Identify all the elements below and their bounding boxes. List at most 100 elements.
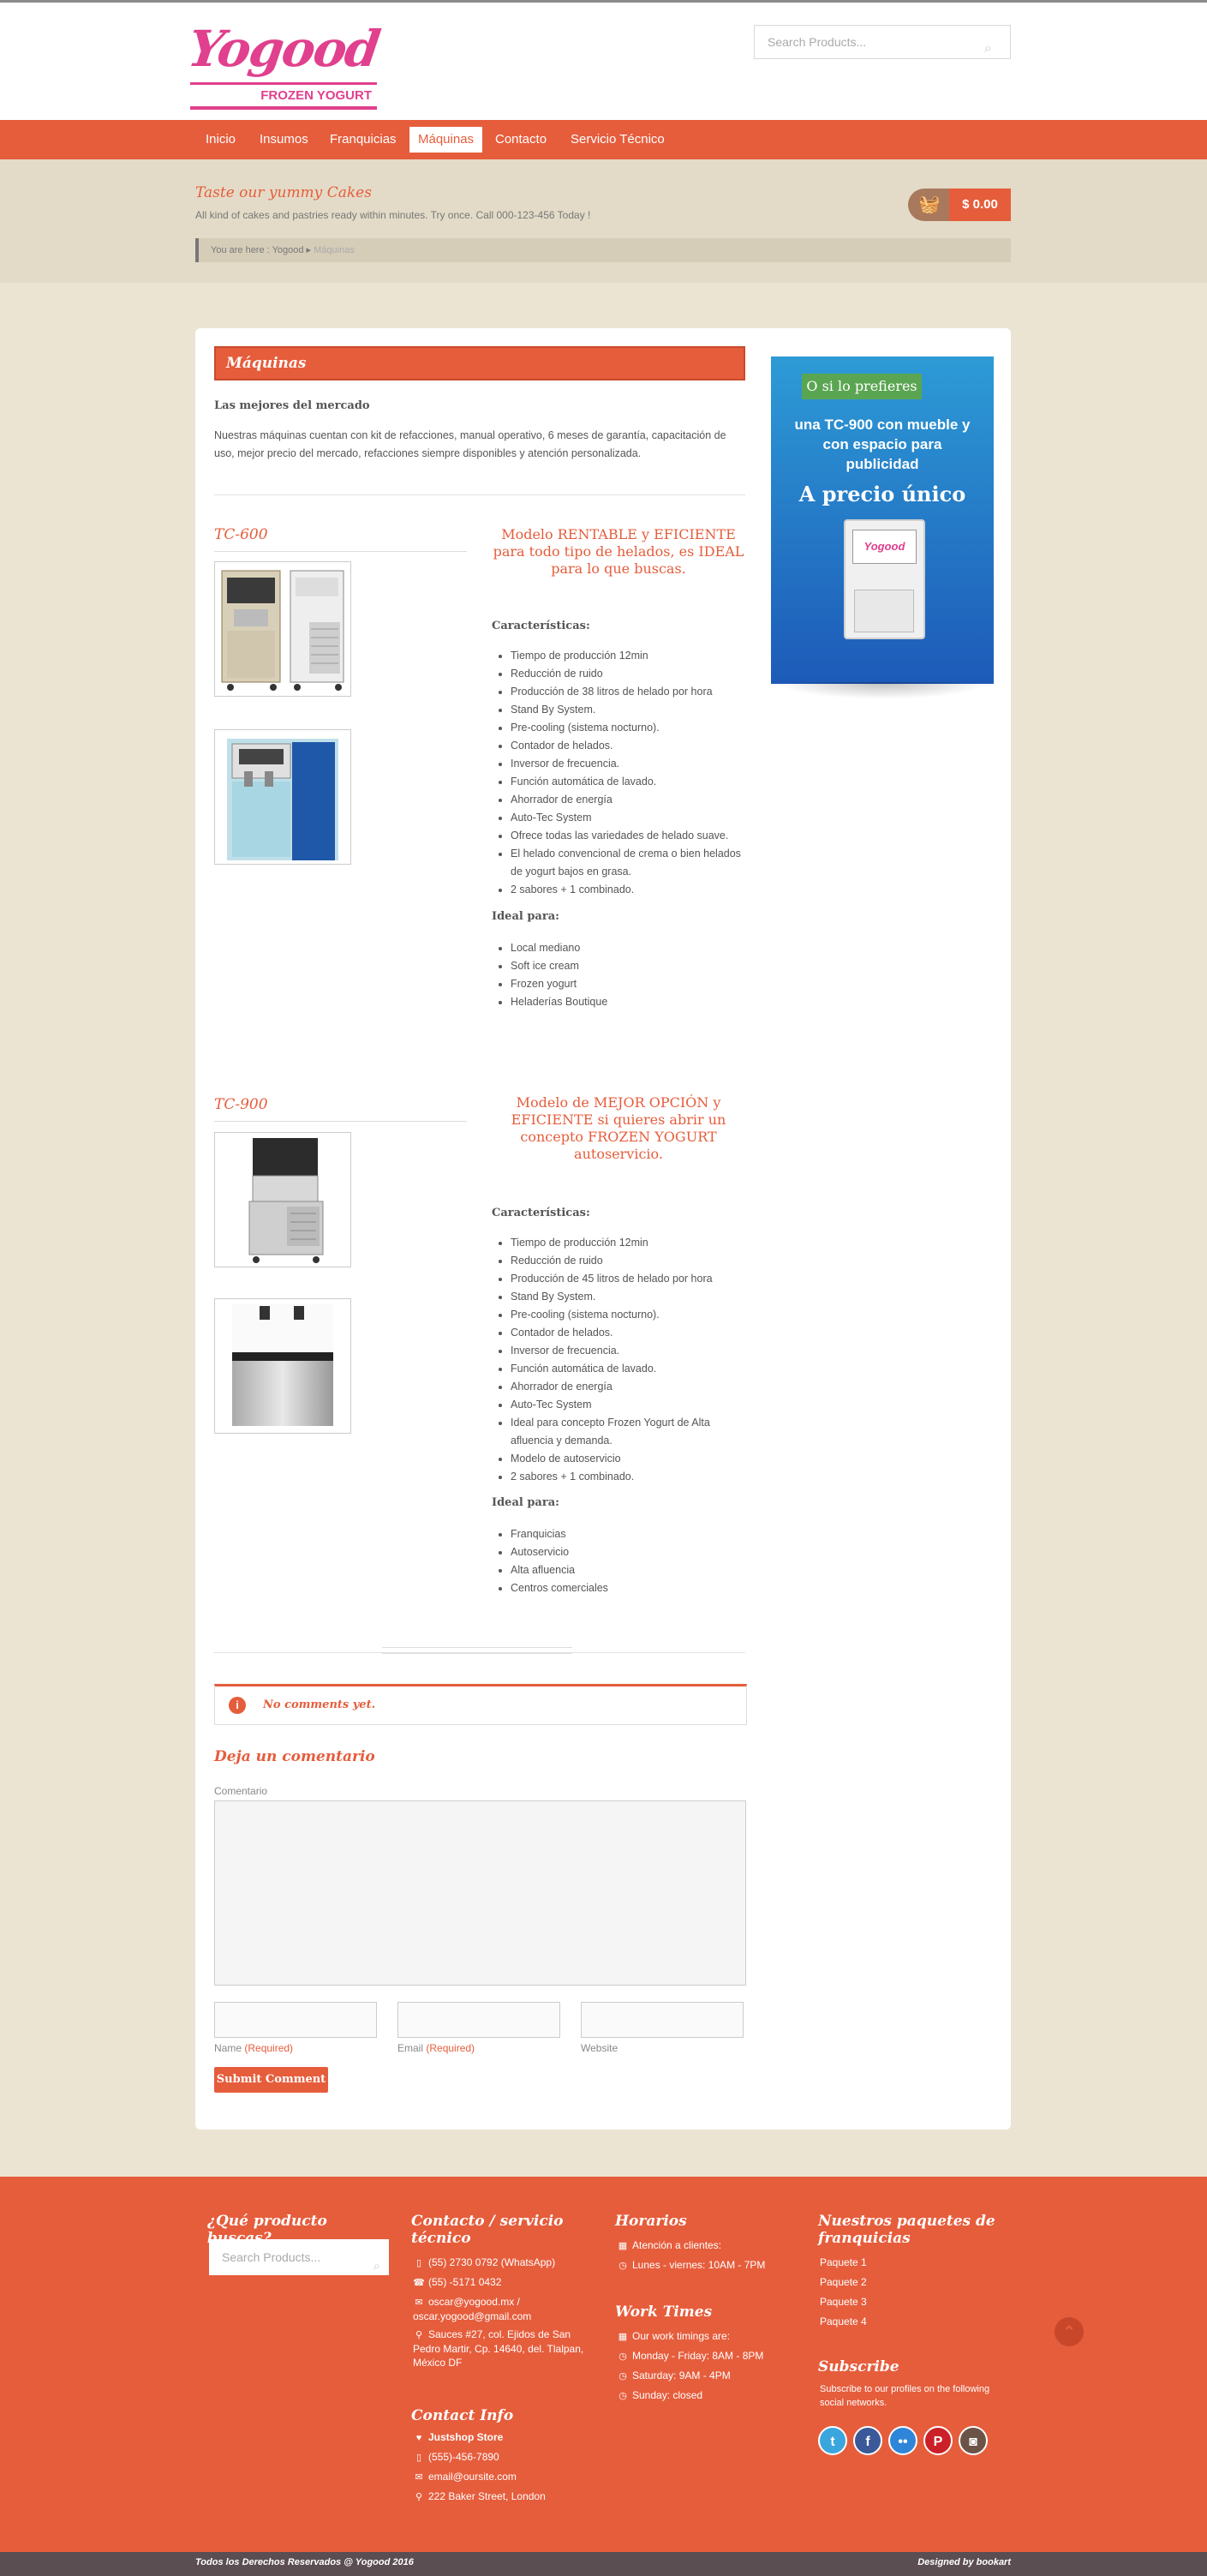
footer-contact-info-title: Contact Info <box>411 2407 514 2424</box>
ideal-item: Franquicias <box>511 1525 750 1543</box>
instagram-icon[interactable]: ◙ <box>959 2426 988 2455</box>
feature-item: Auto-Tec System <box>511 809 750 827</box>
feature-item: 2 sabores + 1 combinado. <box>511 1468 750 1486</box>
submit-comment-button[interactable]: Submit Comment <box>214 2067 328 2093</box>
nav-item-servicio-tecnico[interactable]: Servicio Técnico <box>562 127 673 153</box>
footer-search-input[interactable]: Search Products... ⌕ <box>209 2239 389 2275</box>
feature-item: Stand By System. <box>511 1288 750 1306</box>
feature-item: Reducción de ruido <box>511 665 750 683</box>
website-field[interactable] <box>581 2002 744 2038</box>
search-icon[interactable]: ⌕ <box>373 2249 380 2285</box>
breadcrumb: You are here : Yogood ▸ Máquinas <box>195 238 1011 262</box>
product-image[interactable] <box>214 561 351 697</box>
nav-item-insumos[interactable]: Insumos <box>251 127 317 153</box>
ideal-item: Frozen yogurt <box>511 975 750 993</box>
ideal-item: Centros comerciales <box>511 1579 750 1597</box>
feature-item: Función automática de lavado. <box>511 773 750 791</box>
pin-icon: ⚲ <box>415 2492 423 2502</box>
feature-item: Producción de 45 litros de helado por ho… <box>511 1270 750 1288</box>
site-footer <box>0 2177 1207 2552</box>
ideal-item: Autoservicio <box>511 1543 750 1561</box>
features-title: Características: <box>492 1207 590 1219</box>
contact-info-line: ✉ email@oursite.com <box>413 2470 601 2484</box>
designed-by: Designed by bookart <box>917 2557 1011 2567</box>
pinterest-icon[interactable]: P <box>923 2426 953 2455</box>
header-search-input[interactable]: Search Products... ⌕ <box>754 25 1011 59</box>
footer-subscribe-title: Subscribe <box>818 2358 899 2375</box>
footer-paquetes-title: Nuestros paquetes de franquicias <box>818 2213 995 2247</box>
search-placeholder: Search Products... <box>222 2250 321 2264</box>
feature-item: Tiempo de producción 12min <box>511 647 750 665</box>
email-field[interactable] <box>397 2002 560 2038</box>
back-to-top-icon[interactable]: ⌃ <box>1055 2317 1084 2346</box>
comment-label: Comentario <box>214 1785 268 1797</box>
contact-line: ✉ oscar@yogood.mx / oscar.yogood@gmail.co… <box>413 2296 532 2322</box>
nav-item-inicio[interactable]: Inicio <box>197 127 244 153</box>
cart-total: $ 0.00 <box>949 189 1011 221</box>
search-icon[interactable]: ⌕ <box>984 33 1001 56</box>
features-list: Tiempo de producción 12minReducción de r… <box>493 647 750 899</box>
contact-info-line: ▯ (555)-456-7890 <box>413 2450 601 2465</box>
feature-item: Inversor de frecuencia. <box>511 1342 750 1360</box>
bottom-bar <box>0 2552 1207 2576</box>
feature-item: Función automática de lavado. <box>511 1360 750 1378</box>
name-field[interactable] <box>214 2002 377 2038</box>
feature-item: Ideal para concepto Frozen Yogurt de Alt… <box>511 1414 750 1450</box>
paquete-link[interactable]: Paquete 3 <box>820 2295 991 2309</box>
breadcrumb-home[interactable]: Yogood <box>272 245 304 255</box>
nav-item-franquicias[interactable]: Franquicias <box>321 127 405 153</box>
product-image[interactable] <box>214 1298 351 1434</box>
mobile-icon: ▯ <box>415 2453 422 2463</box>
promo-line: una TC-900 con mueble y con espacio para… <box>794 416 971 472</box>
email-label: Email (Required) <box>397 2042 475 2054</box>
twitter-icon[interactable]: t <box>818 2426 847 2455</box>
site-logo[interactable]: Yogood FROZEN YOGURT <box>184 19 382 110</box>
clock-icon: ◷ <box>618 2351 627 2362</box>
contact-line: ▯ (55) 2730 0792 (WhatsApp) <box>413 2255 601 2270</box>
paquete-link[interactable]: Paquete 1 <box>820 2255 991 2269</box>
nav-item-maquinas[interactable]: Máquinas <box>409 127 483 153</box>
feature-item: Ahorrador de energía <box>511 1378 750 1396</box>
promo-banner[interactable]: O si lo prefieres una TC-900 con mueble … <box>771 356 994 684</box>
cart-button[interactable]: 🧺 $ 0.00 <box>908 189 1011 221</box>
divider <box>214 494 745 495</box>
name-label: Name (Required) <box>214 2042 294 2054</box>
comment-textarea[interactable] <box>214 1800 746 1986</box>
feature-item: 2 sabores + 1 combinado. <box>511 881 750 899</box>
clock-icon: ◷ <box>618 2261 627 2271</box>
flickr-icon[interactable]: •• <box>888 2426 917 2455</box>
facebook-icon[interactable]: f <box>853 2426 882 2455</box>
banner-text: All kind of cakes and pastries ready wit… <box>195 209 591 221</box>
machine-image: Yogood <box>844 519 925 639</box>
feature-item: Producción de 38 litros de helado por ho… <box>511 683 750 701</box>
feature-item: Ofrece todas las variedades de helado su… <box>511 827 750 845</box>
product-title: TC-600 <box>214 526 467 552</box>
ideal-list: FranquiciasAutoservicioAlta afluenciaCen… <box>493 1525 750 1597</box>
footer-horarios-title: Horarios <box>615 2213 687 2230</box>
footer-contact-title: Contacto / servicio técnico <box>411 2213 564 2247</box>
product-image[interactable] <box>214 729 351 865</box>
logo-wordmark: Yogood <box>184 20 383 78</box>
contact-info-line: ♥ Justshop Store <box>413 2430 601 2445</box>
contact-info-line: ⚲ 222 Baker Street, London <box>413 2489 601 2504</box>
no-comments-text: No comments yet. <box>263 1698 376 1711</box>
hours-line: ▦ Atención a clientes: <box>618 2239 722 2251</box>
promo-price: A precio único <box>798 482 966 506</box>
product-image[interactable] <box>214 1132 351 1267</box>
nav-item-contacto[interactable]: Contacto <box>487 127 555 153</box>
email-icon: ✉ <box>415 2297 423 2308</box>
paquete-link[interactable]: Paquete 2 <box>820 2275 991 2289</box>
feature-item: Auto-Tec System <box>511 1396 750 1414</box>
copyright: Todos los Derechos Reservados @ Yogood 2… <box>195 2557 414 2567</box>
promo-shadow <box>775 682 989 699</box>
paquete-link[interactable]: Paquete 4 <box>820 2315 991 2328</box>
no-comments-notice: i No comments yet. <box>214 1684 747 1725</box>
product-title: TC-900 <box>214 1096 467 1122</box>
site-header <box>0 3 1207 120</box>
ideal-item: Heladerías Boutique <box>511 993 750 1011</box>
contact-line: ⚲ Sauces #27, col. Ejidos de San Pedro Ma… <box>413 2328 584 2369</box>
clock-icon: ◷ <box>618 2391 627 2401</box>
feature-item: Pre-cooling (sistema nocturno). <box>511 719 750 737</box>
phone-icon: ☎ <box>413 2278 425 2288</box>
page-title: Máquinas <box>214 346 745 380</box>
